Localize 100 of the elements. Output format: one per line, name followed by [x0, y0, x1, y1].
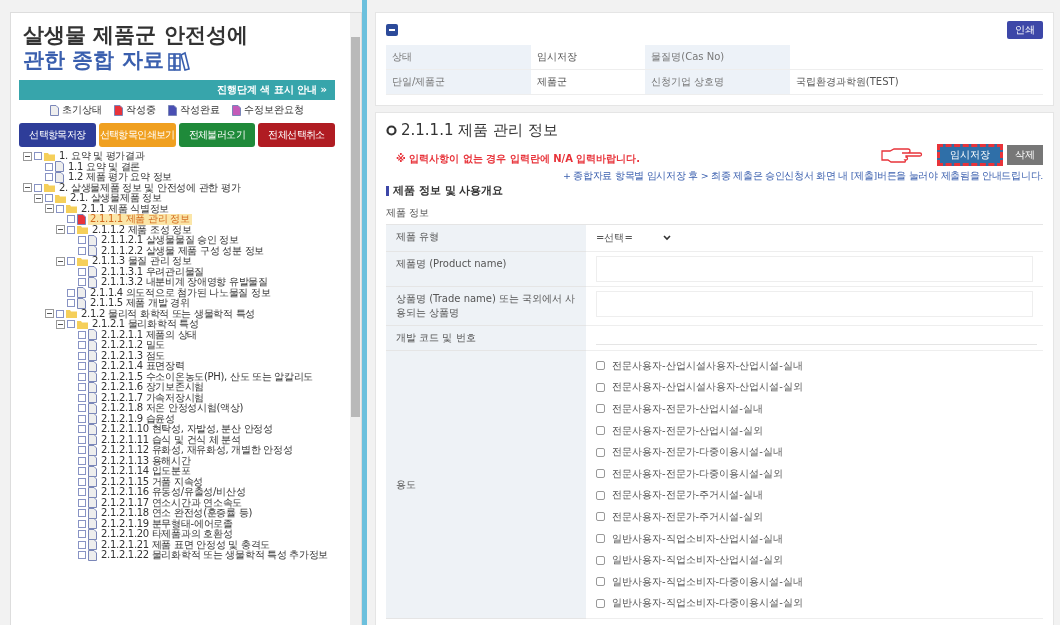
- tree-item[interactable]: 2.1.2.1.1 제품의 상태: [99, 329, 200, 340]
- tree-item[interactable]: 2.1.2.1.17 연소시간과 연소속도: [99, 497, 244, 508]
- checkbox[interactable]: [596, 555, 605, 565]
- print-button[interactable]: 인쇄: [1007, 21, 1043, 39]
- tree-checkbox[interactable]: [78, 435, 86, 444]
- tree-checkbox[interactable]: [45, 194, 53, 203]
- checkbox-label[interactable]: 일반사용자-직업소비자-다중이용시설-실내: [612, 574, 803, 589]
- tree-checkbox[interactable]: [78, 267, 86, 276]
- scrollbar[interactable]: [350, 13, 361, 625]
- tree-checkbox[interactable]: [67, 225, 75, 234]
- tree-checkbox[interactable]: [34, 152, 42, 161]
- checkbox-label[interactable]: 일반사용자-직업소비자-산업시설-실내: [612, 531, 783, 546]
- checkbox-label[interactable]: 일반사용자-직업소비자-다중이용시설-실외: [612, 596, 803, 611]
- tree-item[interactable]: 2.1.2.1.12 유화성, 재유화성, 개별한 안정성: [99, 445, 295, 456]
- tree-item[interactable]: 2.1.2.1.7 가속저장시험: [99, 392, 206, 403]
- checkbox[interactable]: [596, 512, 605, 522]
- tree-item[interactable]: 2. 살생물제품 정보 및 안전성에 관한 평가: [57, 182, 243, 193]
- tree-checkbox[interactable]: [78, 519, 86, 528]
- collapse-icon[interactable]: [23, 183, 32, 193]
- tree-item[interactable]: 2.1.1.2.1 살생물물질 승인 정보: [99, 235, 241, 246]
- tree-item[interactable]: 2.1.2.1.10 현탁성, 자발성, 분산 안정성: [99, 424, 275, 435]
- checkbox[interactable]: [596, 534, 605, 544]
- tree-checkbox[interactable]: [78, 467, 86, 476]
- tree-checkbox[interactable]: [67, 257, 75, 266]
- tree-checkbox[interactable]: [56, 309, 64, 318]
- checkbox[interactable]: [596, 382, 605, 392]
- tree-item[interactable]: 1. 요약 및 평가결과: [57, 151, 147, 162]
- tree-checkbox[interactable]: [78, 425, 86, 434]
- checkbox[interactable]: [596, 469, 605, 479]
- tree-item[interactable]: 2.1.2.1.3 점도: [99, 350, 168, 361]
- tree-item[interactable]: 2.1.2.1.6 장기보존시험: [99, 382, 206, 393]
- tree-item[interactable]: 2.1.2.1.8 저온 안정성시험(액상): [99, 403, 246, 414]
- action-button[interactable]: 전체선택취소: [258, 123, 335, 147]
- checkbox[interactable]: [596, 361, 605, 371]
- tree-checkbox[interactable]: [78, 477, 86, 486]
- tree-item[interactable]: 2.1.2.1.9 습윤성: [99, 413, 177, 424]
- tree-checkbox[interactable]: [78, 551, 86, 560]
- tree-item[interactable]: 2.1.2.1.15 거품 지속성: [99, 476, 206, 487]
- tree-item[interactable]: 2.1.2.1.13 용해시간: [99, 455, 193, 466]
- tree-item[interactable]: 2.1.2.1.11 습식 및 건식 체 분석: [99, 434, 243, 445]
- tree-checkbox[interactable]: [78, 372, 86, 381]
- tree-item[interactable]: 2.1.1.3.1 우려관리물질: [99, 266, 206, 277]
- collapse-icon[interactable]: [56, 256, 65, 266]
- tree-item[interactable]: 2.1.1.3 물질 관리 정보: [90, 256, 194, 267]
- tree-checkbox[interactable]: [78, 540, 86, 549]
- tree-checkbox[interactable]: [78, 330, 86, 339]
- checkbox-label[interactable]: 전문사용자-전문가-다중이용시설-실외: [612, 466, 783, 481]
- collapse-icon[interactable]: [56, 319, 65, 329]
- tree-checkbox[interactable]: [34, 183, 42, 192]
- tree-checkbox[interactable]: [78, 246, 86, 255]
- tree-item[interactable]: 2.1.2.1 물리화학적 특성: [90, 319, 201, 330]
- tree-checkbox[interactable]: [67, 288, 75, 297]
- tree-item[interactable]: 2.1.2.1.20 타제품과의 호환성: [99, 529, 235, 540]
- tree-item[interactable]: 2.1. 살생물제품 정보: [68, 193, 164, 204]
- collapse-icon[interactable]: [23, 151, 32, 161]
- tree-checkbox[interactable]: [78, 456, 86, 465]
- tree-item[interactable]: 2.1.2.1.2 밀도: [99, 340, 168, 351]
- checkbox[interactable]: [596, 404, 605, 414]
- checkbox[interactable]: [596, 447, 605, 457]
- tree-item[interactable]: 2.1.2.1.22 물리화학적 또는 생물학적 특성 추가정보: [99, 550, 331, 561]
- tree-item[interactable]: 2.1.2.1.18 연소 완전성(훈증률 등): [99, 508, 255, 519]
- tree-checkbox[interactable]: [45, 162, 53, 171]
- collapse-icon[interactable]: [386, 24, 398, 36]
- collapse-icon[interactable]: [34, 193, 43, 203]
- tree-checkbox[interactable]: [78, 404, 86, 413]
- tree-item[interactable]: 1.2 제품 평가 요약 정보: [66, 172, 175, 183]
- tree-checkbox[interactable]: [78, 446, 86, 455]
- tree-item[interactable]: 2.1.1.2.2 살생물 제품 구성 성분 정보: [99, 245, 266, 256]
- tree-checkbox[interactable]: [67, 215, 75, 224]
- tree-checkbox[interactable]: [78, 341, 86, 350]
- tree-item[interactable]: 1.1 요약 및 결론: [66, 161, 143, 172]
- tree-checkbox[interactable]: [67, 320, 75, 329]
- tree-item[interactable]: 2.1.2.1.4 표면장력: [99, 361, 187, 372]
- tree-item[interactable]: 2.1.2.1.5 수소이온농도(PH), 산도 또는 알칼리도: [99, 371, 316, 382]
- tree-item[interactable]: 2.1.2.1.19 분무형태-에어로졸: [99, 518, 235, 529]
- tree-checkbox[interactable]: [78, 362, 86, 371]
- checkbox-label[interactable]: 전문사용자-전문가-주거시설-실외: [612, 509, 763, 524]
- checkbox[interactable]: [596, 490, 605, 500]
- checkbox[interactable]: [596, 426, 605, 436]
- action-button[interactable]: 선택항목저장: [19, 123, 96, 147]
- checkbox-label[interactable]: 전문사용자-전문가-주거시설-실내: [612, 488, 763, 503]
- tree-checkbox[interactable]: [78, 509, 86, 518]
- tree-checkbox[interactable]: [78, 236, 86, 245]
- tree-checkbox[interactable]: [78, 351, 86, 360]
- checkbox-label[interactable]: 일반사용자-직업소비자-산업시설-실외: [612, 553, 783, 568]
- tree-item[interactable]: 2.1.1.4 의도적으로 첨가된 나노물질 정보: [88, 287, 273, 298]
- delete-button[interactable]: 삭제: [1007, 145, 1043, 165]
- checkbox-label[interactable]: 전문사용자-산업시설사용자-산업시설-실내: [612, 358, 803, 373]
- tree-item[interactable]: 2.1.2.1.14 입도분포: [99, 466, 193, 477]
- tree-item[interactable]: 2.1.2.1.16 유동성/유출성/비산성: [99, 487, 248, 498]
- checkbox-label[interactable]: 전문사용자-전문가-다중이용시설-실내: [612, 445, 783, 460]
- tree-item[interactable]: 2.1.1.3.2 내분비계 장애영향 유발물질: [99, 277, 270, 288]
- tree-item[interactable]: 2.1.2 물리적 화학적 또는 생물학적 특성: [79, 308, 258, 319]
- tree-checkbox[interactable]: [78, 393, 86, 402]
- tree-checkbox[interactable]: [78, 498, 86, 507]
- tree-checkbox[interactable]: [56, 204, 64, 213]
- tree-item[interactable]: 2.1.1.2 제품 조성 정보: [90, 224, 194, 235]
- tree-checkbox[interactable]: [78, 488, 86, 497]
- collapse-icon[interactable]: [56, 225, 65, 235]
- tree-checkbox[interactable]: [78, 383, 86, 392]
